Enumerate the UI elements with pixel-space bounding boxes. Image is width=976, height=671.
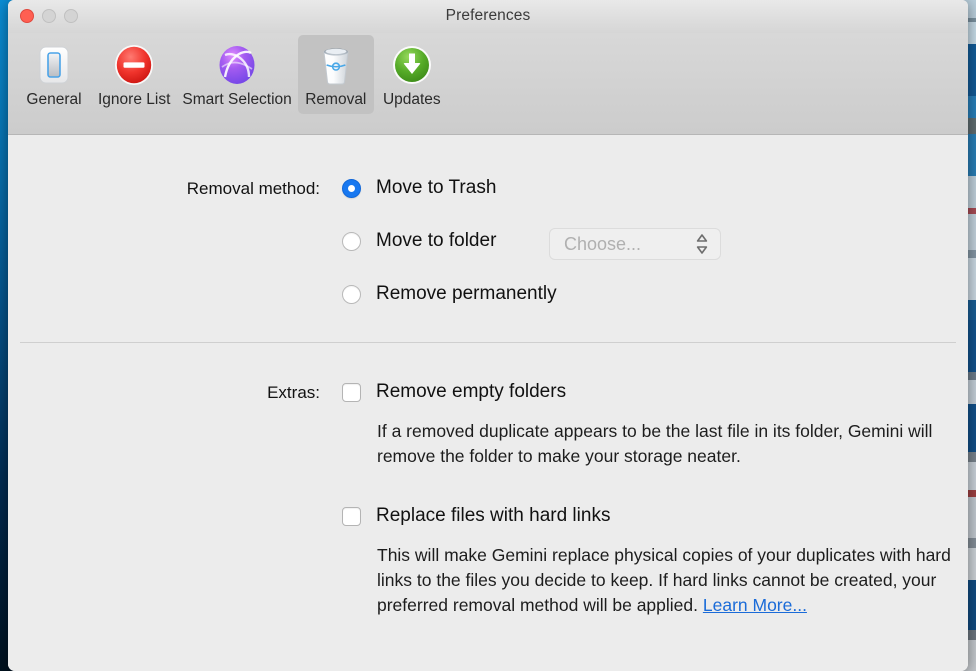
- title-bar: Preferences: [8, 0, 968, 33]
- toolbar-item-smart-selection[interactable]: Smart Selection: [176, 35, 297, 114]
- checkbox-label: Remove empty folders: [376, 381, 567, 402]
- toolbar-item-label: Ignore List: [98, 91, 171, 108]
- purple-orb-icon: [215, 43, 259, 87]
- checkbox-label: Replace files with hard links: [376, 505, 611, 526]
- checkbox-replace-files-with-hard-links[interactable]: Replace files with hard links: [342, 505, 610, 527]
- toolbar-item-removal[interactable]: Removal: [297, 35, 374, 114]
- checkbox-indicator[interactable]: [342, 383, 361, 402]
- checkbox-indicator[interactable]: [342, 507, 361, 526]
- removal-method-label: Removal method:: [186, 179, 320, 198]
- toggle-switch-icon: [32, 43, 76, 87]
- radio-move-to-trash[interactable]: Move to Trash: [342, 177, 496, 199]
- toolbar-item-label: Removal: [305, 91, 367, 108]
- toolbar-item-ignore-list[interactable]: Ignore List: [92, 35, 176, 114]
- toolbar-item-label: General: [26, 91, 82, 108]
- section-divider: [20, 342, 956, 343]
- radio-label: Move to folder: [376, 230, 497, 251]
- radio-label: Move to Trash: [376, 177, 497, 198]
- radio-indicator-selected[interactable]: [342, 179, 361, 198]
- learn-more-link[interactable]: Learn More...: [703, 595, 807, 615]
- window-title: Preferences: [445, 7, 531, 24]
- choose-folder-popup-button[interactable]: Choose...: [549, 228, 721, 260]
- no-entry-sign-icon: [112, 43, 156, 87]
- radio-indicator[interactable]: [342, 285, 361, 304]
- radio-indicator[interactable]: [342, 232, 361, 251]
- radio-label: Remove permanently: [376, 283, 557, 304]
- toolbar-item-updates[interactable]: Updates: [374, 35, 450, 114]
- trash-can-icon: [314, 43, 358, 87]
- preferences-content-pane: Removal method: Move to Trash Move to fo…: [8, 135, 968, 671]
- up-down-chevron-icon: [696, 233, 708, 255]
- hard-links-help-body: This will make Gemini replace physical c…: [377, 545, 951, 615]
- toolbar-item-label: Updates: [382, 91, 441, 108]
- hard-links-help-text: This will make Gemini replace physical c…: [377, 543, 957, 618]
- choose-folder-value: Choose...: [564, 233, 642, 254]
- preferences-window: Preferences General Ignore List Smart Se…: [8, 0, 968, 671]
- radio-remove-permanently[interactable]: Remove permanently: [342, 283, 557, 305]
- toolbar-item-label: Smart Selection: [182, 91, 292, 108]
- remove-empty-folders-help-text: If a removed duplicate appears to be the…: [377, 421, 933, 466]
- extras-label: Extras:: [267, 383, 320, 402]
- checkbox-remove-empty-folders[interactable]: Remove empty folders: [342, 381, 566, 403]
- toolbar-item-general[interactable]: General: [16, 35, 92, 114]
- preferences-toolbar: General Ignore List Smart Selection Remo…: [8, 33, 968, 135]
- radio-move-to-folder[interactable]: Move to folder: [342, 230, 496, 252]
- green-download-icon: [390, 43, 434, 87]
